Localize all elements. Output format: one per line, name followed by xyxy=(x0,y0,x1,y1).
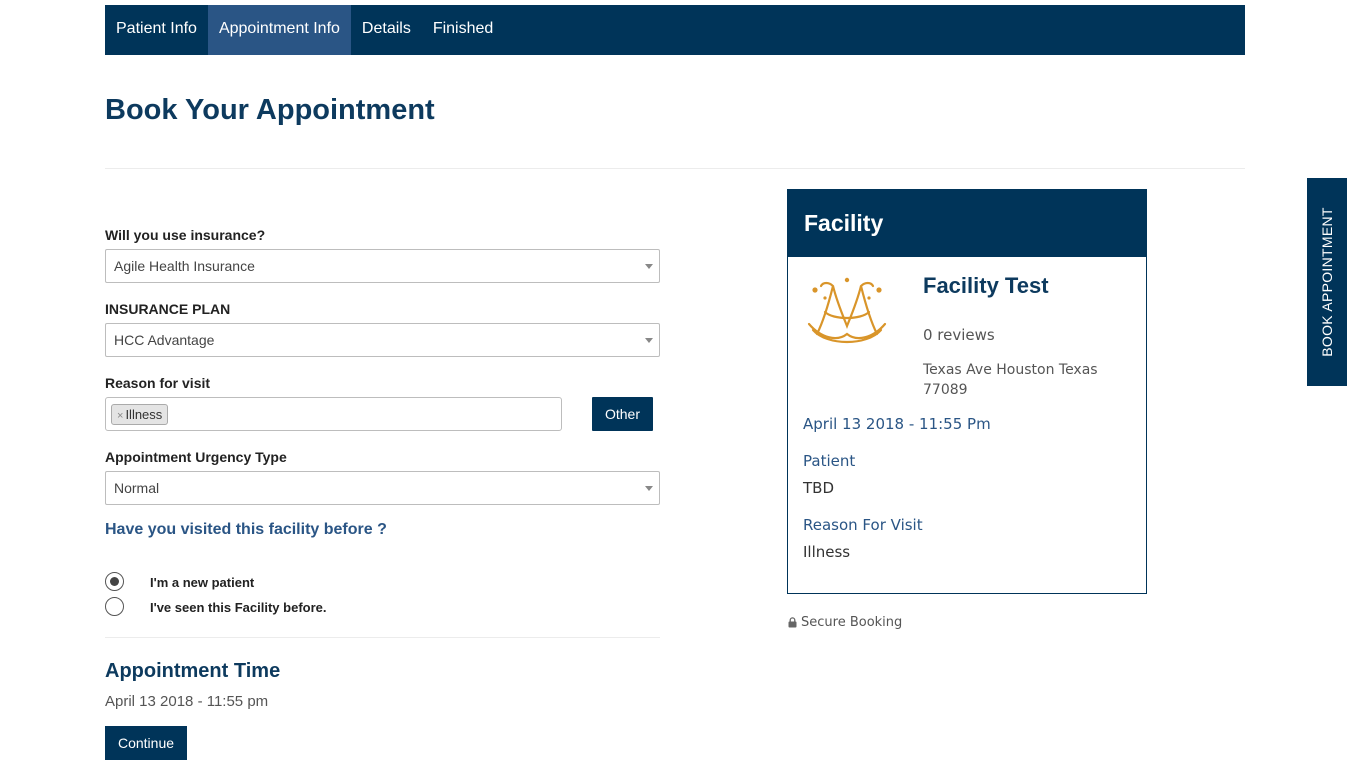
caret-down-icon xyxy=(645,264,653,269)
divider xyxy=(105,637,660,638)
other-button[interactable]: Other xyxy=(592,397,653,431)
visited-question: Have you visited this facility before ? xyxy=(105,521,387,538)
wizard-nav: Patient Info Appointment Info Details Fi… xyxy=(105,5,1245,55)
reason-label: Reason for visit xyxy=(105,375,211,391)
book-appointment-side-tab[interactable]: BOOK APPOINTMENT xyxy=(1307,178,1347,386)
new-patient-radio[interactable] xyxy=(105,572,124,591)
insurance-select[interactable]: Agile Health Insurance xyxy=(105,249,660,283)
card-datetime: April 13 2018 - 11:55 Pm xyxy=(803,415,991,433)
caret-down-icon xyxy=(645,338,653,343)
urgency-select[interactable]: Normal xyxy=(105,471,660,505)
reason-tag-label: Illness xyxy=(125,407,163,422)
divider xyxy=(105,168,1245,169)
card-reason-value: Illness xyxy=(803,543,851,561)
caret-down-icon xyxy=(645,486,653,491)
insurance-plan-label: INSURANCE PLAN xyxy=(105,301,231,317)
lock-icon xyxy=(788,617,797,628)
facility-reviews[interactable]: 0 reviews xyxy=(923,326,995,344)
appointment-time-title: Appointment Time xyxy=(105,660,281,682)
tab-patient-info[interactable]: Patient Info xyxy=(105,5,208,55)
urgency-select-value: Normal xyxy=(114,480,160,496)
insurance-plan-value: HCC Advantage xyxy=(114,332,215,348)
reason-tag: × Illness xyxy=(111,404,169,425)
facility-name[interactable]: Facility Test xyxy=(923,273,1049,299)
tab-appointment-info[interactable]: Appointment Info xyxy=(207,5,351,55)
facility-card-header: Facility xyxy=(788,190,1146,257)
insurance-label: Will you use insurance? xyxy=(105,227,266,243)
side-tab-label: BOOK APPOINTMENT xyxy=(1319,207,1335,357)
facility-logo xyxy=(807,277,887,344)
facility-card: Facility Facility Test 0 reviews Texas A… xyxy=(787,189,1147,594)
tab-details[interactable]: Details xyxy=(351,5,422,55)
facility-address: Texas Ave Houston Texas 77089 xyxy=(923,362,1098,398)
secure-booking: Secure Booking xyxy=(788,615,902,630)
card-reason-label: Reason For Visit xyxy=(803,516,923,534)
insurance-select-value: Agile Health Insurance xyxy=(114,258,255,274)
page-title: Book Your Appointment xyxy=(105,94,435,126)
new-patient-label[interactable]: I'm a new patient xyxy=(150,575,254,590)
continue-button[interactable]: Continue xyxy=(105,726,187,760)
returning-patient-label[interactable]: I've seen this Facility before. xyxy=(150,600,327,615)
insurance-plan-select[interactable]: HCC Advantage xyxy=(105,323,660,357)
card-patient-value: TBD xyxy=(803,479,835,497)
secure-booking-label: Secure Booking xyxy=(801,615,903,630)
urgency-label: Appointment Urgency Type xyxy=(105,449,287,465)
reason-tag-input[interactable]: × Illness xyxy=(105,397,562,431)
card-patient-label: Patient xyxy=(803,452,856,470)
returning-patient-radio[interactable] xyxy=(105,597,124,616)
remove-tag-icon[interactable]: × xyxy=(117,410,123,422)
appointment-time-value: April 13 2018 - 11:55 pm xyxy=(105,693,269,710)
tab-finished[interactable]: Finished xyxy=(422,5,504,55)
